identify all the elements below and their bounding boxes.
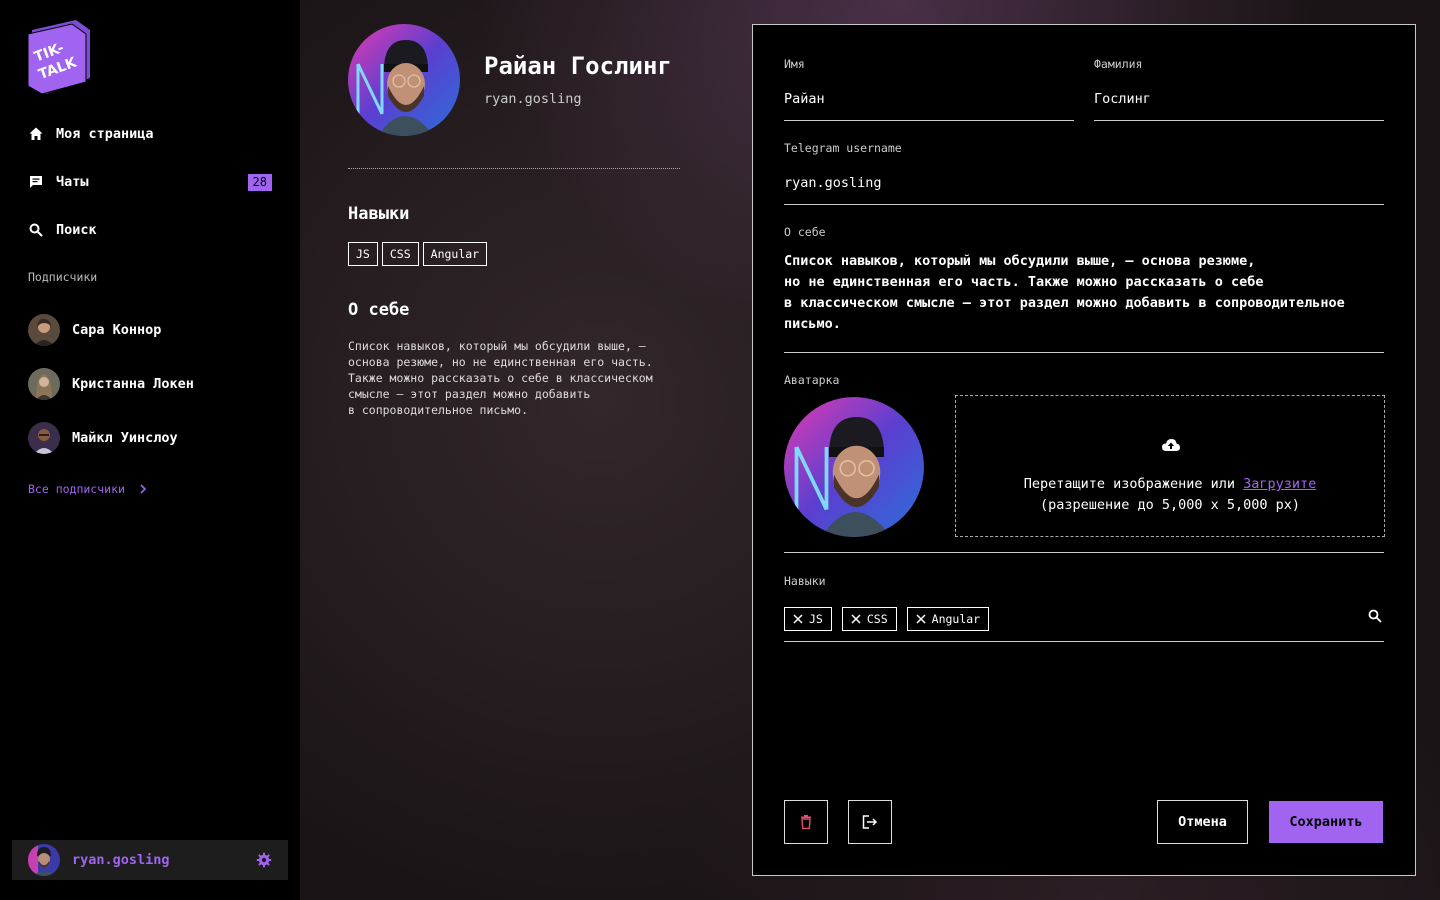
avatar-label-wrap: Аватарка [784,373,839,387]
close-icon[interactable] [793,614,803,624]
nav-label: Моя страница [56,126,154,142]
telegram-field[interactable]: Telegram username ryan.gosling [784,141,1384,205]
divider [784,552,1384,553]
skill-chip[interactable]: Angular [906,607,990,631]
first-name-input[interactable]: Райан [784,91,825,107]
nav-label: Чаты [56,174,89,190]
dropzone-text: Перетащите изображение или Загрузите (ра… [956,474,1384,516]
nav-label: Поиск [56,222,97,238]
skill-chip[interactable]: CSS [841,607,897,631]
about-field[interactable]: О себе Список навыков, который мы обсуди… [784,225,1384,353]
current-username: ryan.gosling [72,852,170,868]
first-name-label: Имя [784,57,805,71]
first-name-field[interactable]: Имя Райан [784,57,1074,121]
all-subscribers-label: Все подписчики [28,482,125,496]
skill-chips: JS CSS Angular [784,607,990,631]
last-name-field[interactable]: Фамилия Гослинг [1094,57,1384,121]
all-subscribers-link[interactable]: Все подписчики [28,482,147,496]
telegram-input[interactable]: ryan.gosling [784,175,882,191]
gear-icon[interactable] [256,852,272,868]
skill-chip-label: JS [809,612,823,626]
about-textarea[interactable]: Список навыков, который мы обсудили выше… [784,251,1384,335]
skill-tag: Angular [422,242,488,266]
nav-search[interactable]: Поиск [28,218,272,242]
divider [348,168,680,169]
subscribers-title: Подписчики [28,270,98,284]
chevron-right-icon [140,484,147,494]
logout-button[interactable] [848,800,892,844]
chat-icon [28,174,44,190]
input-underline [784,352,1384,353]
close-icon[interactable] [916,614,926,624]
profile-username: ryan.gosling [484,91,582,107]
avatar-dropzone[interactable]: Перетащите изображение или Загрузите (ра… [955,395,1385,537]
home-icon [28,126,44,142]
search-icon[interactable] [1368,609,1382,623]
avatar-preview [784,397,924,537]
avatar-label: Аватарка [784,373,840,387]
sidebar: TIK- TALK Моя страница Чаты 28 Поиск Под… [0,0,300,900]
main-content: Райан Гослинг ryan.gosling Навыки JS CSS… [300,0,1440,900]
skill-chip[interactable]: JS [784,607,832,631]
telegram-label: Telegram username [784,141,902,155]
skills-label-wrap: Навыки [784,574,826,588]
cloud-upload-icon [1162,439,1180,451]
about-heading: О себе [348,300,410,320]
current-user-bar[interactable]: ryan.gosling [12,840,288,880]
avatar [28,368,60,400]
skill-chip-label: Angular [931,612,981,626]
tik-talk-logo[interactable]: TIK- TALK [28,20,90,94]
search-icon [28,222,44,238]
cancel-button[interactable]: Отмена [1157,800,1248,844]
dropzone-instruction: Перетащите изображение или [1023,476,1236,492]
skills-tags: JS CSS Angular [348,242,488,266]
unread-badge: 28 [247,174,272,191]
upload-link[interactable]: Загрузите [1243,476,1316,492]
skill-chip-label: CSS [866,612,888,626]
profile-avatar [348,24,460,136]
nav-my-page[interactable]: Моя страница [28,122,272,146]
profile-edit-form: Имя Райан Фамилия Гослинг Telegram usern… [752,24,1416,876]
last-name-label: Фамилия [1094,57,1143,71]
input-underline [784,120,1074,121]
trash-icon [801,815,811,829]
nav-chats[interactable]: Чаты 28 [28,170,272,194]
delete-account-button[interactable] [784,800,828,844]
skills-label: Навыки [784,574,826,588]
skill-tag: CSS [381,242,419,266]
subscriber-item[interactable]: Сара Коннор [28,314,272,346]
subscriber-name: Кристанна Локен [72,376,194,392]
dropzone-hint: (разрешение до 5,000 x 5,000 px) [1039,497,1301,513]
avatar [28,422,60,454]
skills-heading: Навыки [348,204,410,224]
subscriber-name: Сара Коннор [72,322,162,338]
about-text: Список навыков, который мы обсудили выше… [348,339,653,417]
profile-name: Райан Гослинг [484,52,672,80]
save-button[interactable]: Сохранить [1269,801,1383,843]
avatar [28,314,60,346]
input-underline [1094,120,1384,121]
subscriber-name: Майкл Уинслоу [72,430,178,446]
logout-icon [862,815,878,829]
last-name-input[interactable]: Гослинг [1094,91,1151,107]
about-label: О себе [784,225,826,239]
subscriber-item[interactable]: Кристанна Локен [28,368,272,400]
close-icon[interactable] [851,614,861,624]
input-underline [784,204,1384,205]
skill-tag: JS [348,242,378,266]
avatar [28,844,60,876]
input-underline [784,641,1384,642]
subscriber-item[interactable]: Майкл Уинслоу [28,422,272,454]
